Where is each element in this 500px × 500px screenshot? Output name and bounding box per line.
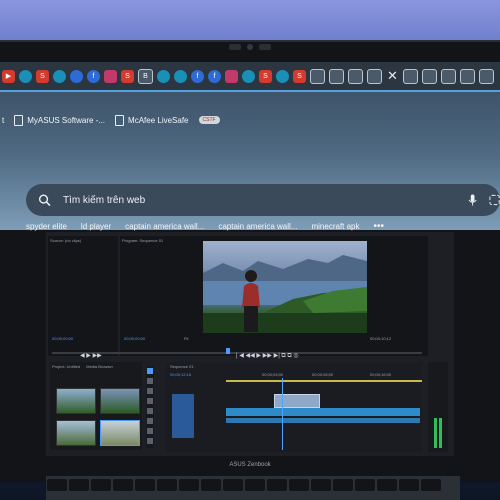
edge-icon[interactable] <box>174 69 187 83</box>
page-icon[interactable] <box>310 68 325 84</box>
timeline-tab[interactable]: Sequence 01 <box>170 364 418 369</box>
selection-tool-icon[interactable] <box>147 368 153 374</box>
edge-icon[interactable] <box>53 69 66 83</box>
edge-icon[interactable] <box>157 69 170 83</box>
bookmark-pill[interactable]: CSTF <box>198 116 220 124</box>
project-panel: Project: Untitled Media Browser <box>50 362 142 450</box>
suggestion-item[interactable]: ld player <box>81 222 111 231</box>
bookmark-item[interactable]: t <box>2 116 4 125</box>
search-suggestions: spyder elite ld player captain america w… <box>26 219 500 233</box>
youtube-icon[interactable]: ▶ <box>2 69 15 83</box>
page-icon[interactable] <box>348 68 363 84</box>
s-app-icon[interactable]: S <box>36 69 49 83</box>
search-bar[interactable] <box>26 184 500 216</box>
s-app-icon[interactable]: S <box>293 69 306 83</box>
ripple-tool-icon[interactable] <box>147 388 153 394</box>
facebook-icon[interactable]: f <box>208 69 221 83</box>
mail-icon[interactable] <box>104 69 117 83</box>
track-select-tool-icon[interactable] <box>147 378 153 384</box>
edge-icon[interactable] <box>276 69 289 83</box>
duration-timecode: 00;00;10;12 <box>370 336 392 341</box>
globe-icon[interactable] <box>19 69 32 83</box>
source-timecode: 00;00;00;00 <box>52 336 74 341</box>
timeline-panel: Sequence 01 00;00;12;16 00;00;04;00 00;0… <box>166 362 422 452</box>
facebook-icon[interactable]: f <box>191 69 204 83</box>
search-icon <box>38 194 51 207</box>
tools-panel <box>146 366 154 448</box>
s-app-icon[interactable]: S <box>121 69 134 83</box>
s-app-icon[interactable]: S <box>259 69 272 83</box>
source-tab[interactable]: Source: (no clips) <box>50 238 116 243</box>
laptop-brand: ASUS Zenbook <box>229 462 271 468</box>
lens-icon[interactable] <box>489 194 500 206</box>
page-icon[interactable] <box>422 68 437 84</box>
track-targets[interactable] <box>172 394 194 438</box>
person-figure <box>242 270 260 332</box>
bookmark-item[interactable]: McAfee LiveSafe <box>115 114 189 126</box>
tab-strip: ▶ Sf S Bf f S S ✕ <box>0 62 500 90</box>
doc-icon <box>14 114 24 126</box>
tab-strip-divider <box>0 90 500 92</box>
page-icon[interactable] <box>329 68 344 84</box>
pen-tool-icon[interactable] <box>147 418 153 424</box>
ruler-mark: 00;00;04;00 <box>262 372 284 377</box>
keyboard <box>46 476 460 500</box>
hand-tool-icon[interactable] <box>147 428 153 434</box>
media-thumbnail[interactable] <box>56 420 96 446</box>
bookmark-label: MyASUS Software -... <box>27 115 106 125</box>
project-tab[interactable]: Project: Untitled <box>52 364 80 369</box>
suggestion-item[interactable]: minecraft apk <box>311 222 359 231</box>
media-browser-tab[interactable]: Media Browser <box>86 364 113 369</box>
ruler-mark: 00;00;08;00 <box>312 372 334 377</box>
razor-tool-icon[interactable] <box>147 398 153 404</box>
timeline-timecode: 00;00;12;16 <box>170 372 192 377</box>
messenger-icon[interactable] <box>70 69 83 83</box>
media-thumbnail[interactable] <box>100 388 140 414</box>
webcam-array <box>218 44 282 52</box>
bookmark-label: McAfee LiveSafe <box>128 115 189 125</box>
program-timecode: 00;00;00;00 <box>124 336 146 341</box>
lake-landscape <box>203 255 367 333</box>
audio-clip[interactable] <box>226 418 420 423</box>
scrubber-handle[interactable] <box>226 348 230 354</box>
audio-clip[interactable] <box>226 408 420 416</box>
bookmark-item[interactable]: MyASUS Software -... <box>14 114 106 126</box>
page-icon[interactable] <box>403 68 418 84</box>
facebook-icon[interactable]: f <box>87 69 100 83</box>
page-icon[interactable] <box>460 68 475 84</box>
program-transport-controls[interactable]: | ◀ ◀◀ ▶ ▶▶ ▶| ⧉ ⧉ ◎ <box>236 352 299 360</box>
source-transport-controls[interactable]: ◀ ▶ ▶▶ <box>80 352 102 359</box>
search-input[interactable] <box>60 193 398 207</box>
work-area-bar[interactable] <box>226 380 422 382</box>
globe-icon[interactable] <box>242 69 255 83</box>
mail-icon[interactable] <box>225 69 238 83</box>
type-tool-icon[interactable] <box>147 438 153 444</box>
suggestion-item[interactable]: captain america wall... <box>218 222 297 231</box>
more-icon[interactable]: ••• <box>374 221 385 232</box>
bookmarks-bar: t MyASUS Software -... McAfee LiveSafe C… <box>0 110 500 130</box>
microphone-icon[interactable] <box>468 193 477 207</box>
media-thumbnail[interactable] <box>56 388 96 414</box>
page-icon[interactable] <box>479 68 494 84</box>
video-frame <box>203 241 367 333</box>
suggestion-item[interactable]: spyder elite <box>26 222 67 231</box>
bookmark-label: t <box>2 115 5 125</box>
suggestion-item[interactable]: captain america wall... <box>125 222 204 231</box>
audio-meters <box>428 362 448 452</box>
playhead[interactable] <box>282 378 283 450</box>
page-icon[interactable] <box>367 68 382 84</box>
wall-background <box>0 0 500 42</box>
ruler-mark: 00;00;16;00 <box>370 372 392 377</box>
b-icon[interactable]: B <box>138 68 153 84</box>
video-clip[interactable] <box>274 394 320 408</box>
slip-tool-icon[interactable] <box>147 408 153 414</box>
fit-select[interactable]: Fit <box>184 336 188 341</box>
close-icon[interactable]: ✕ <box>386 68 399 83</box>
doc-icon <box>115 114 125 126</box>
media-thumbnail[interactable] <box>100 420 140 446</box>
source-monitor: Source: (no clips) 00;00;00;00 <box>48 236 118 356</box>
page-icon[interactable] <box>441 68 456 84</box>
